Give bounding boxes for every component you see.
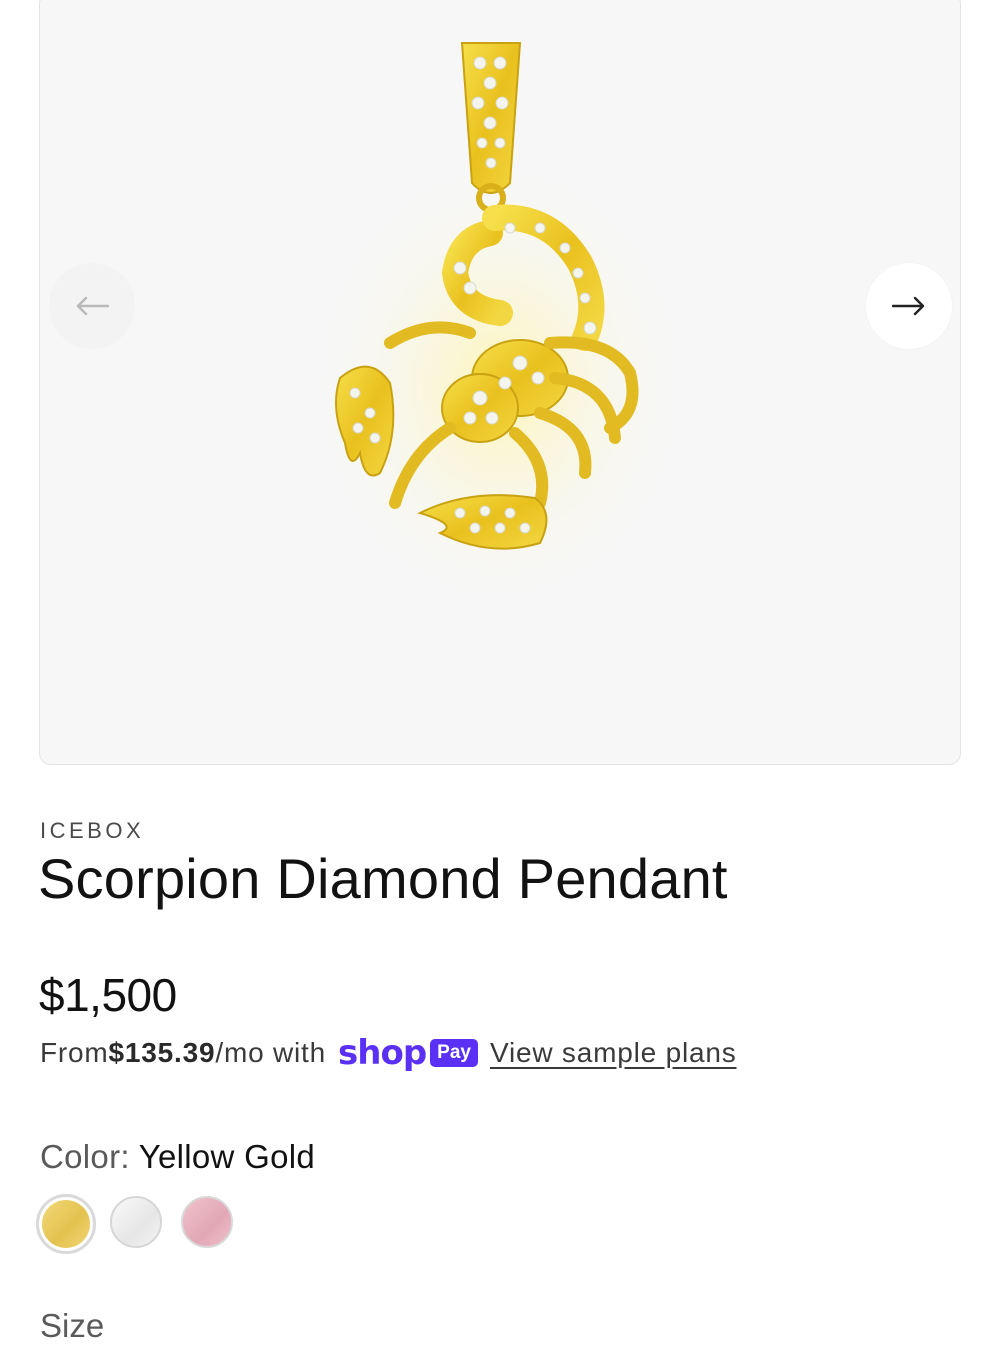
swatch-rose-gold[interactable]	[181, 1196, 233, 1248]
color-option-label: Color: Yellow Gold	[40, 1138, 315, 1176]
color-label-text: Color:	[40, 1138, 130, 1175]
installments-prefix: From	[40, 1037, 109, 1068]
shop-pay-badge: Pay	[430, 1039, 478, 1067]
installments-banner: From $135.39 /mo with shop Pay View samp…	[40, 1036, 737, 1070]
shop-pay-logo: shop Pay	[338, 1036, 478, 1070]
arrow-right-icon	[892, 296, 925, 316]
product-title: Scorpion Diamond Pendant	[38, 847, 728, 910]
arrow-left-icon	[76, 296, 109, 316]
swatch-yellow-gold[interactable]	[36, 1194, 96, 1254]
installments-amount: $135.39	[108, 1037, 216, 1068]
product-vendor: ICEBOX	[40, 818, 145, 843]
installments-suffix: /mo with	[215, 1037, 327, 1068]
size-option-label: Size	[40, 1307, 105, 1344]
swatch-white-gold[interactable]	[110, 1196, 162, 1248]
color-selected-value: Yellow Gold	[138, 1138, 316, 1175]
product-gallery	[39, 0, 961, 765]
view-sample-plans-link[interactable]: View sample plans	[490, 1037, 737, 1069]
next-image-button[interactable]	[866, 263, 952, 349]
product-image[interactable]	[310, 33, 690, 593]
previous-image-button[interactable]	[49, 263, 135, 349]
product-price: $1,500	[39, 969, 177, 1021]
shop-pay-wordmark: shop	[338, 1033, 427, 1073]
